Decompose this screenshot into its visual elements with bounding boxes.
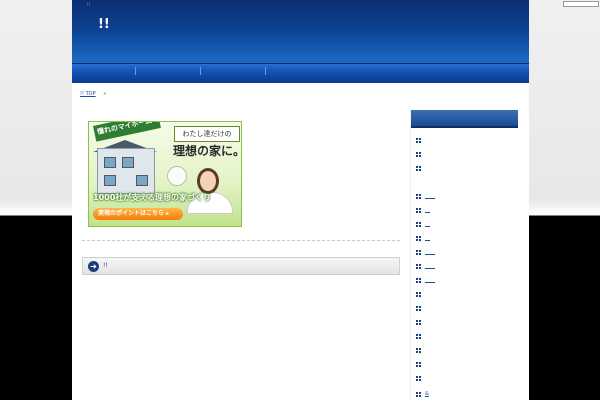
bullet-icon: [416, 249, 421, 255]
sidebar-item-label[interactable]: ____: [425, 277, 435, 283]
bullet-icon: [416, 165, 421, 171]
sidebar-item-label[interactable]: __: [425, 221, 430, 227]
sidebar-item[interactable]: __: [416, 207, 430, 215]
house-window: [104, 175, 116, 186]
breadcrumb-separator: »: [103, 91, 107, 97]
sidebar-item[interactable]: ____: [416, 263, 435, 271]
bullet-icon: [416, 291, 421, 297]
house-window: [136, 175, 148, 186]
sidebar-item[interactable]: ____: [416, 193, 435, 201]
sidebar-header: [411, 110, 518, 128]
post-title-bar: ➜ !!: [82, 257, 400, 275]
arrow-right-icon: ➜: [88, 261, 99, 272]
bullet-icon: [416, 263, 421, 269]
site-title[interactable]: !!: [98, 17, 110, 32]
sidebar-item-label[interactable]: &: [425, 391, 429, 397]
sidebar-item-label[interactable]: ____: [425, 263, 435, 269]
bullet-icon: [416, 137, 421, 143]
sidebar-item-label[interactable]: __: [425, 207, 430, 213]
sidebar-item[interactable]: &: [416, 391, 429, 399]
banner-promo-text: 1000社が支える理想の家づくり: [93, 193, 212, 202]
site-tagline: !!: [87, 2, 91, 7]
sidebar-item[interactable]: ____: [416, 277, 435, 285]
sidebar-item[interactable]: [416, 333, 425, 341]
woman-head-graphic: [197, 168, 219, 194]
content-divider: [82, 240, 400, 241]
bullet-icon: [416, 207, 421, 213]
sidebar-item[interactable]: [416, 319, 425, 327]
sidebar-item[interactable]: [416, 361, 425, 369]
bullet-icon: [416, 221, 421, 227]
bullet-icon: [416, 391, 421, 397]
post-title[interactable]: !!: [103, 262, 108, 269]
sidebar-item-label[interactable]: ____: [425, 193, 435, 199]
sidebar-item[interactable]: [416, 165, 425, 173]
nav-divider: [265, 67, 266, 75]
sidebar-item[interactable]: __: [416, 221, 430, 229]
house-illustration: [97, 148, 155, 194]
bullet-icon: [416, 333, 421, 339]
bullet-icon: [416, 193, 421, 199]
banner-heading-2: 理想の家に。: [173, 144, 242, 158]
ad-banner[interactable]: 憧れのマイホーム わたし達だけの 理想の家に。 1000社が支える理想の家づくり…: [88, 121, 242, 227]
bullet-icon: [416, 235, 421, 241]
bullet-icon: [416, 305, 421, 311]
nav-divider: [200, 67, 201, 75]
house-window: [122, 157, 134, 168]
nav-divider: [135, 67, 136, 75]
bullet-icon: [416, 347, 421, 353]
site-header: !! !!: [72, 0, 529, 63]
sidebar-item[interactable]: __: [416, 235, 430, 243]
banner-cta-button[interactable]: 実現のポイントはこちら ▸: [93, 208, 183, 220]
search-input[interactable]: [563, 1, 599, 7]
breadcrumb-home-link[interactable]: !! TOP: [80, 91, 96, 97]
banner-ribbon: 憧れのマイホーム: [93, 122, 161, 142]
thought-bubble-graphic: [167, 166, 187, 186]
sidebar-item[interactable]: ____: [416, 249, 435, 257]
breadcrumb: !! TOP »: [80, 91, 106, 97]
bullet-icon: [416, 319, 421, 325]
bullet-icon: [416, 277, 421, 283]
sidebar-item[interactable]: [416, 347, 425, 355]
sidebar-item-label[interactable]: ____: [425, 249, 435, 255]
sidebar-item[interactable]: [416, 375, 425, 383]
bullet-icon: [416, 375, 421, 381]
sidebar-item[interactable]: [416, 305, 425, 313]
sidebar-item[interactable]: [416, 291, 425, 299]
page-container: !! !! !! TOP » 憧れのマイホーム わたし達だけの 理想の家に。 1…: [72, 0, 529, 400]
sidebar-item[interactable]: [416, 137, 425, 145]
sidebar-item[interactable]: [416, 151, 425, 159]
bullet-icon: [416, 361, 421, 367]
banner-heading-1: わたし達だけの: [174, 126, 240, 142]
bullet-icon: [416, 151, 421, 157]
global-nav: [72, 63, 529, 83]
sidebar: ____ __ __ __ ____ ____ ____ &: [410, 110, 518, 400]
house-window: [104, 157, 116, 168]
sidebar-item-label[interactable]: __: [425, 235, 430, 241]
